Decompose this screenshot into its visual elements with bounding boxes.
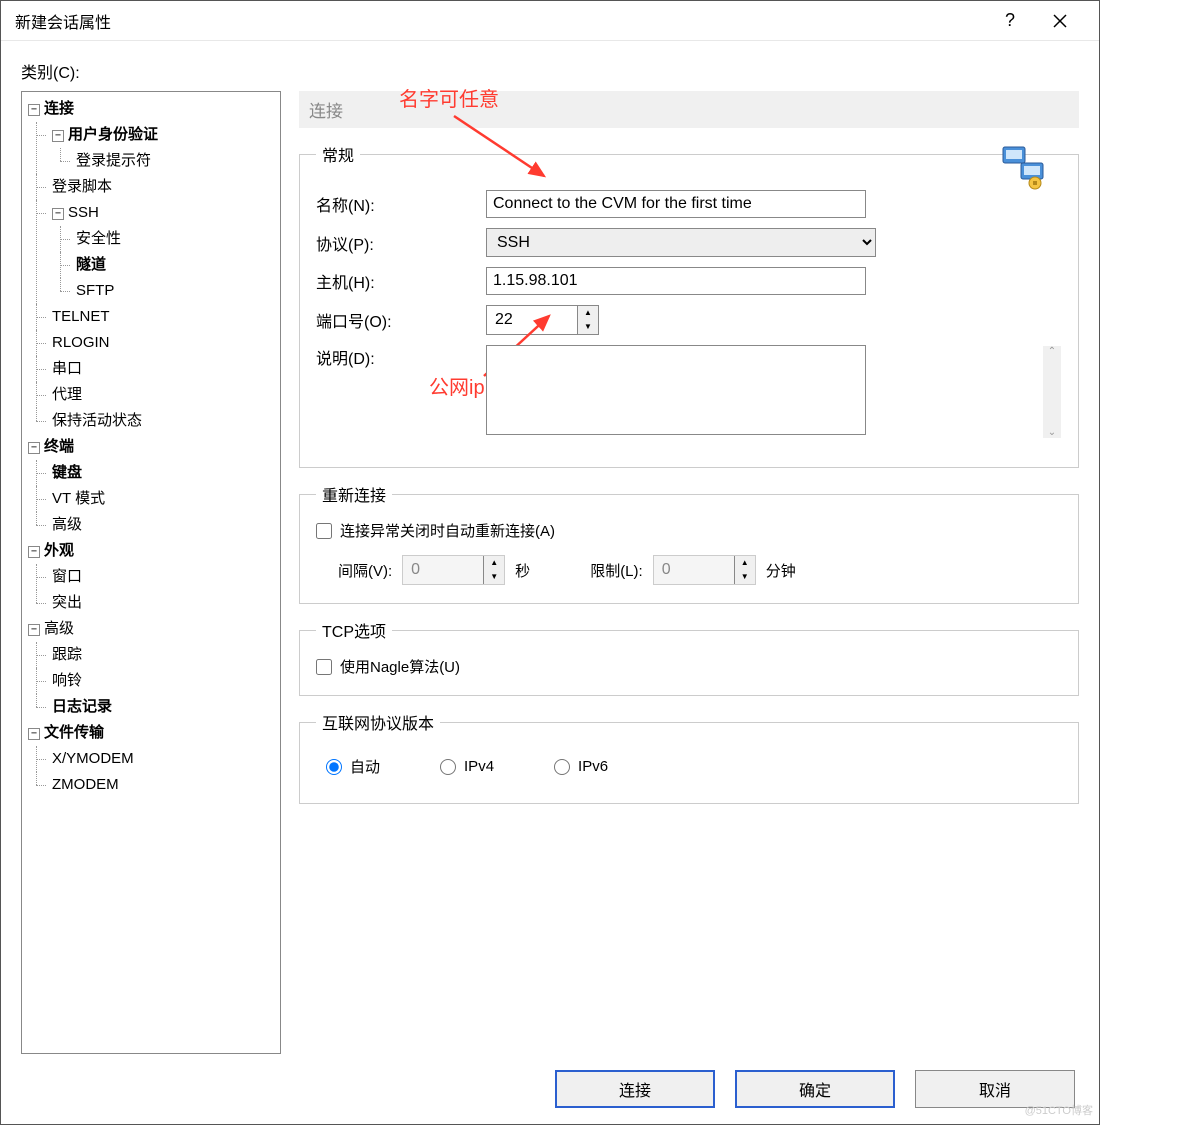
expand-toggle[interactable]: − bbox=[28, 546, 40, 558]
ip-auto-radio[interactable] bbox=[326, 759, 342, 775]
dialog-buttons: 连接 确定 取消 bbox=[21, 1054, 1079, 1124]
tcp-legend: TCP选项 bbox=[316, 618, 392, 642]
close-icon bbox=[1053, 14, 1067, 28]
limit-label: 限制(L): bbox=[590, 560, 643, 581]
interval-input[interactable] bbox=[403, 556, 483, 584]
port-spin-up[interactable]: ▲ bbox=[578, 306, 598, 320]
interval-spin-down[interactable]: ▼ bbox=[484, 570, 504, 584]
tree-vtmode[interactable]: VT 模式 bbox=[52, 490, 105, 507]
tree-filetransfer[interactable]: 文件传输 bbox=[44, 724, 104, 741]
host-label: 主机(H): bbox=[316, 269, 476, 293]
expand-toggle[interactable]: − bbox=[52, 208, 64, 220]
ipversion-legend: 互联网协议版本 bbox=[316, 710, 440, 734]
expand-toggle[interactable]: − bbox=[28, 442, 40, 454]
tree-highlight[interactable]: 突出 bbox=[52, 594, 82, 611]
interval-spin-up[interactable]: ▲ bbox=[484, 556, 504, 570]
tree-advanced-term[interactable]: 高级 bbox=[52, 516, 82, 533]
protocol-label: 协议(P): bbox=[316, 231, 476, 255]
tree-auth[interactable]: 用户身份验证 bbox=[68, 126, 158, 143]
ipv6-radio[interactable] bbox=[554, 759, 570, 775]
panel-header: 连接 bbox=[299, 91, 1079, 128]
tree-serial[interactable]: 串口 bbox=[52, 360, 82, 377]
scrollbar[interactable]: ⌃⌄ bbox=[1043, 346, 1061, 438]
auto-reconnect-checkbox[interactable] bbox=[316, 523, 332, 539]
expand-toggle[interactable]: − bbox=[28, 104, 40, 116]
titlebar: 新建会话属性 ? bbox=[1, 1, 1099, 41]
general-group: 常规 名称(N): bbox=[299, 142, 1079, 468]
tree-telnet[interactable]: TELNET bbox=[52, 308, 110, 325]
window-title: 新建会话属性 bbox=[15, 9, 985, 33]
general-legend: 常规 bbox=[316, 142, 360, 166]
limit-spin-up[interactable]: ▲ bbox=[735, 556, 755, 570]
tree-sftp[interactable]: SFTP bbox=[76, 282, 114, 299]
description-textarea[interactable] bbox=[486, 345, 866, 435]
tree-keepalive[interactable]: 保持活动状态 bbox=[52, 412, 142, 429]
ok-button[interactable]: 确定 bbox=[735, 1070, 895, 1108]
tree-connection[interactable]: 连接 bbox=[44, 100, 74, 117]
dialog-window: 新建会话属性 ? 类别(C): −连接 −用户身份验证 登录提示符 bbox=[0, 0, 1100, 1125]
tree-keyboard[interactable]: 键盘 bbox=[52, 464, 82, 481]
tree-login-script[interactable]: 登录脚本 bbox=[52, 178, 112, 195]
name-label: 名称(N): bbox=[316, 192, 476, 216]
tree-rlogin[interactable]: RLOGIN bbox=[52, 334, 110, 351]
ipv6-label: IPv6 bbox=[578, 758, 608, 775]
tree-tunnel[interactable]: 隧道 bbox=[76, 256, 106, 273]
tree-login-prompt[interactable]: 登录提示符 bbox=[76, 152, 151, 169]
interval-label: 间隔(V): bbox=[338, 560, 392, 581]
port-label: 端口号(O): bbox=[316, 308, 476, 332]
connection-icon bbox=[999, 141, 1049, 195]
help-button[interactable]: ? bbox=[985, 1, 1035, 41]
tree-advanced[interactable]: 高级 bbox=[44, 620, 74, 637]
limit-input[interactable] bbox=[654, 556, 734, 584]
port-spin-down[interactable]: ▼ bbox=[578, 320, 598, 334]
tree-bell[interactable]: 响铃 bbox=[52, 672, 82, 689]
tree-terminal[interactable]: 终端 bbox=[44, 438, 74, 455]
tree-security[interactable]: 安全性 bbox=[76, 230, 121, 247]
reconnect-group: 重新连接 连接异常关闭时自动重新连接(A) 间隔(V): ▲▼ 秒 限制(L bbox=[299, 482, 1079, 604]
minutes-label: 分钟 bbox=[766, 560, 796, 581]
nagle-label: 使用Nagle算法(U) bbox=[340, 656, 460, 677]
seconds-label: 秒 bbox=[515, 560, 530, 581]
tcp-group: TCP选项 使用Nagle算法(U) bbox=[299, 618, 1079, 696]
nagle-checkbox[interactable] bbox=[316, 659, 332, 675]
tree-xymodem[interactable]: X/YMODEM bbox=[52, 750, 134, 767]
tree-window[interactable]: 窗口 bbox=[52, 568, 82, 585]
tree-zmodem[interactable]: ZMODEM bbox=[52, 776, 119, 793]
port-input[interactable] bbox=[487, 306, 577, 334]
tree-logging[interactable]: 日志记录 bbox=[52, 698, 112, 715]
settings-panel: 连接 名字可任意 公网ip 常规 bbox=[299, 91, 1079, 1054]
expand-toggle[interactable]: − bbox=[28, 624, 40, 636]
watermark: @51CTO博客 bbox=[1025, 1102, 1093, 1118]
tree-appearance[interactable]: 外观 bbox=[44, 542, 74, 559]
ip-auto-label: 自动 bbox=[350, 756, 380, 777]
connect-button[interactable]: 连接 bbox=[555, 1070, 715, 1108]
name-input[interactable] bbox=[486, 190, 866, 218]
expand-toggle[interactable]: − bbox=[52, 130, 64, 142]
category-tree[interactable]: −连接 −用户身份验证 登录提示符 登录脚本 −SSH 安全性 bbox=[21, 91, 281, 1054]
close-button[interactable] bbox=[1035, 1, 1085, 41]
tree-ssh[interactable]: SSH bbox=[68, 204, 99, 221]
ipv4-label: IPv4 bbox=[464, 758, 494, 775]
tree-proxy[interactable]: 代理 bbox=[52, 386, 82, 403]
limit-spin-down[interactable]: ▼ bbox=[735, 570, 755, 584]
ipversion-group: 互联网协议版本 自动 IPv4 IPv6 bbox=[299, 710, 1079, 804]
protocol-select[interactable]: SSH bbox=[486, 228, 876, 257]
auto-reconnect-label: 连接异常关闭时自动重新连接(A) bbox=[340, 520, 555, 541]
expand-toggle[interactable]: − bbox=[28, 728, 40, 740]
tree-trace[interactable]: 跟踪 bbox=[52, 646, 82, 663]
category-label: 类别(C): bbox=[21, 59, 1079, 83]
reconnect-legend: 重新连接 bbox=[316, 482, 392, 506]
ipv4-radio[interactable] bbox=[440, 759, 456, 775]
desc-label: 说明(D): bbox=[316, 345, 476, 369]
host-input[interactable] bbox=[486, 267, 866, 295]
